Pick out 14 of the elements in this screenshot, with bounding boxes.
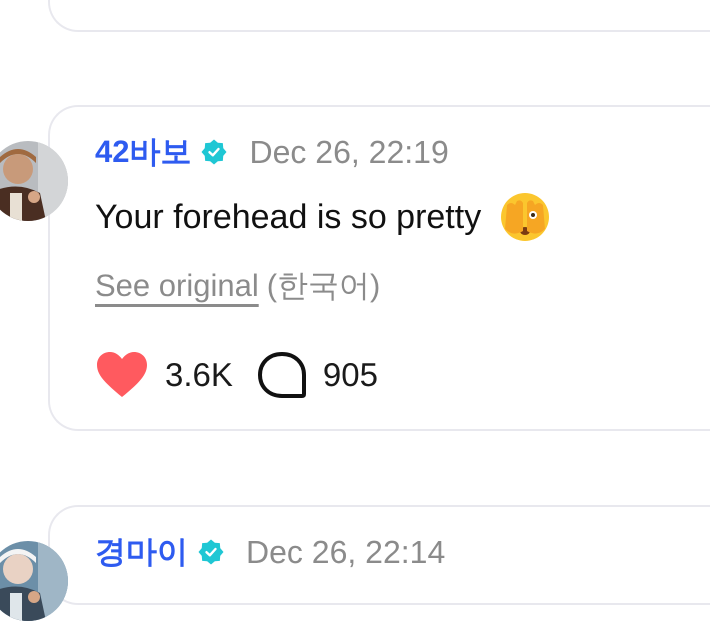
language-label: (한국어): [266, 267, 380, 305]
face-covering-eyes-icon: [499, 191, 552, 243]
speech-bubble-icon[interactable]: [256, 351, 307, 399]
heart-icon[interactable]: [95, 351, 149, 399]
comment-text: Your forehead is so pretty: [95, 198, 482, 236]
author-name[interactable]: 42바보: [95, 131, 192, 173]
reply-count: 905: [322, 356, 378, 394]
comment-date: Dec 26, 22:14: [246, 534, 446, 570]
verified-badge-icon: [198, 539, 224, 565]
author-name[interactable]: 경마이: [95, 531, 188, 573]
see-original-link[interactable]: See original: [95, 268, 259, 304]
comment-date: Dec 26, 22:19: [249, 134, 449, 170]
verified-badge-icon: [201, 139, 228, 165]
like-count: 3.6K: [165, 356, 233, 394]
